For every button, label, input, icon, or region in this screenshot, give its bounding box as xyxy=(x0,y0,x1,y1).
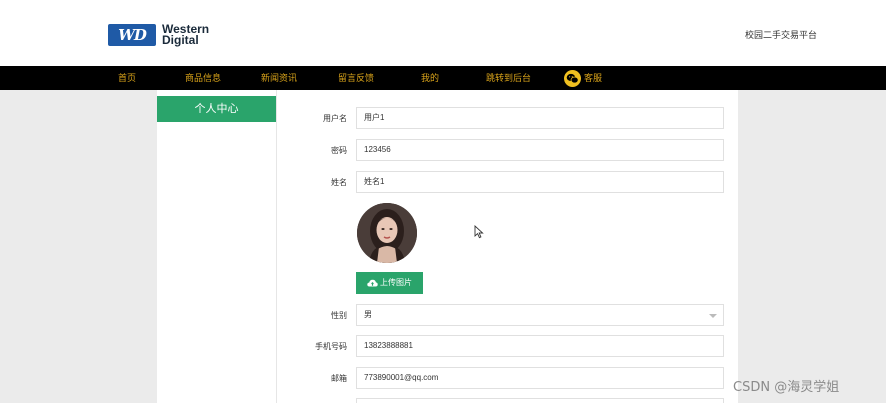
phone-field[interactable]: 13823888881 xyxy=(356,335,724,357)
email-label: 邮箱 xyxy=(331,374,347,383)
wechat-icon xyxy=(564,69,581,87)
nav-item-home[interactable]: 首页 xyxy=(118,66,136,90)
site-title: 校园二手交易平台 xyxy=(745,30,818,40)
avatar xyxy=(357,203,417,263)
logo-mark: WD xyxy=(108,24,156,46)
upload-image-button[interactable]: 上传图片 xyxy=(356,272,423,294)
name-label: 姓名 xyxy=(331,178,347,187)
nav-item-mine[interactable]: 我的 xyxy=(421,66,439,90)
password-label: 密码 xyxy=(331,146,347,155)
nav-item-customer-service[interactable]: 客服 xyxy=(564,66,602,90)
logo[interactable]: WD Western Digital xyxy=(108,23,209,47)
sidebar: 个人中心 xyxy=(157,90,277,403)
logo-line-2: Digital xyxy=(162,33,199,47)
upload-button-label: 上传图片 xyxy=(380,278,412,287)
nav-item-admin[interactable]: 跳转到后台 xyxy=(486,66,531,90)
main-nav: 首页 商品信息 新闻资讯 留言反馈 我的 跳转到后台 客服 xyxy=(0,66,886,90)
logo-text: Western Digital xyxy=(162,23,209,47)
nav-item-products[interactable]: 商品信息 xyxy=(185,66,221,90)
username-field[interactable]: 用户1 xyxy=(356,107,724,129)
gender-select[interactable]: 男 xyxy=(356,304,724,326)
password-field[interactable]: 123456 xyxy=(356,139,724,161)
nav-item-news[interactable]: 新闻资讯 xyxy=(261,66,297,90)
customer-service-label: 客服 xyxy=(584,73,603,83)
gender-label: 性别 xyxy=(331,311,347,320)
top-header: WD Western Digital 校园二手交易平台 xyxy=(0,0,886,66)
watermark: CSDN @海灵学姐 xyxy=(733,380,840,395)
nav-item-feedback[interactable]: 留言反馈 xyxy=(338,66,374,90)
name-field[interactable]: 姓名1 xyxy=(356,171,724,193)
mouse-cursor-icon xyxy=(474,224,484,243)
sidebar-item-personal-center[interactable]: 个人中心 xyxy=(157,96,276,122)
phone-label: 手机号码 xyxy=(315,342,347,351)
next-field-partial[interactable] xyxy=(356,398,724,403)
chevron-down-icon xyxy=(709,314,717,318)
cloud-upload-icon xyxy=(367,279,378,287)
gender-value: 男 xyxy=(364,310,372,319)
username-label: 用户名 xyxy=(323,114,347,123)
email-field[interactable]: 773890001@qq.com xyxy=(356,367,724,389)
